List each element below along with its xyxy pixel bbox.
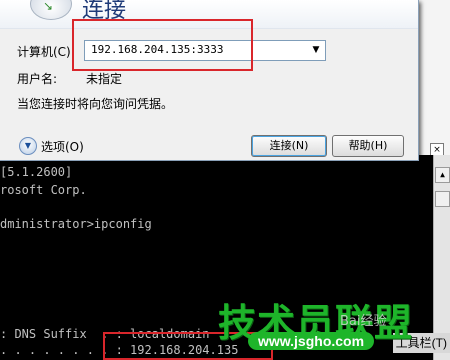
computer-combobox[interactable]: 192.168.204.135:3333 ▼ xyxy=(84,40,326,61)
options-toggle[interactable]: 选项(O) xyxy=(41,138,84,155)
console-line: : DNS Suffix . : localdomain xyxy=(0,327,210,341)
username-value: 未指定 xyxy=(86,72,123,86)
chevron-down-icon[interactable]: ▼ xyxy=(309,43,323,58)
console-line: . . . . . . . . : 192.168.204.135 xyxy=(0,343,239,357)
baidu-watermark: Bai经验 xyxy=(340,314,387,329)
computer-label: 计算机(C): xyxy=(17,45,75,59)
dialog-titlebar: ↘ 连接 xyxy=(0,0,418,29)
watermark-url: www.jsgho.com xyxy=(248,332,375,350)
remote-desktop-icon: ↘ xyxy=(30,0,72,20)
console-line: dministrator>ipconfig xyxy=(0,217,152,231)
console-scrollbar[interactable]: ▲ xyxy=(433,155,450,360)
remote-desktop-dialog: ↘ 连接 计算机(C): 192.168.204.135:3333 ▼ 用户名:… xyxy=(0,0,419,161)
credentials-notice: 当您连接时将向您询问凭据。 xyxy=(17,97,174,111)
scroll-up-icon[interactable]: ▲ xyxy=(435,167,450,183)
dialog-title: 连接 xyxy=(82,0,127,23)
background-window xyxy=(418,0,450,155)
console-line: [5.1.2600] xyxy=(0,165,73,179)
help-button[interactable]: 帮助(H) xyxy=(332,135,404,157)
connect-button[interactable]: 连接(N) xyxy=(251,135,327,157)
console-line: rosoft Corp. xyxy=(0,183,87,197)
scroll-thumb[interactable] xyxy=(435,191,450,207)
computer-value[interactable]: 192.168.204.135:3333 xyxy=(91,43,223,56)
site-watermark: 技术员联盟 www.jsgho.com xyxy=(218,292,418,356)
options-expand-icon[interactable]: ▼ xyxy=(19,137,37,155)
username-label: 用户名: xyxy=(17,72,58,86)
